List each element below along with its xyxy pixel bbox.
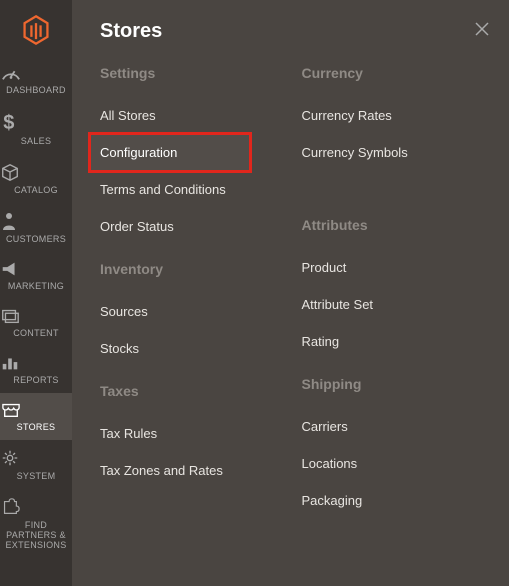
group-heading-shipping: Shipping (302, 376, 494, 392)
menu-terms-and-conditions[interactable]: Terms and Conditions (100, 171, 292, 208)
menu-sources[interactable]: Sources (100, 293, 292, 330)
nav-customers[interactable]: CUSTOMERS (0, 203, 72, 252)
nav-system[interactable]: SYSTEM (0, 440, 72, 489)
nav-label: CONTENT (0, 328, 72, 338)
puzzle-icon (0, 497, 72, 517)
right-column: Currency Currency Rates Currency Symbols… (302, 65, 494, 519)
left-column: Settings All Stores Configuration Terms … (100, 65, 292, 519)
menu-currency-rates[interactable]: Currency Rates (302, 97, 494, 134)
dollar-icon: $ (0, 111, 72, 133)
group-heading-taxes: Taxes (100, 383, 292, 399)
storefront-icon (0, 401, 72, 419)
menu-tax-rules[interactable]: Tax Rules (100, 415, 292, 452)
nav-label: SALES (0, 136, 72, 146)
bar-chart-icon (0, 354, 72, 372)
nav-find-partners[interactable]: FIND PARTNERS & EXTENSIONS (0, 489, 72, 558)
nav-label: SYSTEM (0, 471, 72, 481)
nav-label: REPORTS (0, 375, 72, 385)
menu-tax-zones-and-rates[interactable]: Tax Zones and Rates (100, 452, 292, 489)
menu-carriers[interactable]: Carriers (302, 408, 494, 445)
menu-product[interactable]: Product (302, 249, 494, 286)
nav-stores[interactable]: STORES (0, 393, 72, 440)
layers-icon (0, 307, 72, 325)
gear-icon (0, 448, 72, 468)
nav-marketing[interactable]: MARKETING (0, 252, 72, 299)
menu-locations[interactable]: Locations (302, 445, 494, 482)
menu-attribute-set[interactable]: Attribute Set (302, 286, 494, 323)
menu-configuration[interactable]: Configuration (90, 134, 250, 171)
menu-rating[interactable]: Rating (302, 323, 494, 360)
nav-reports[interactable]: REPORTS (0, 346, 72, 393)
group-heading-inventory: Inventory (100, 261, 292, 277)
nav-sales[interactable]: $ SALES (0, 103, 72, 154)
menu-currency-symbols[interactable]: Currency Symbols (302, 134, 494, 171)
menu-packaging[interactable]: Packaging (302, 482, 494, 519)
nav-label: STORES (0, 422, 72, 432)
nav-label: FIND PARTNERS & EXTENSIONS (0, 520, 72, 550)
megaphone-icon (0, 260, 72, 278)
magento-logo-icon (22, 14, 50, 46)
nav-label: DASHBOARD (0, 85, 72, 95)
panel-title: Stores (100, 20, 493, 43)
group-heading-currency: Currency (302, 65, 494, 81)
nav-content[interactable]: CONTENT (0, 299, 72, 346)
nav-dashboard[interactable]: DASHBOARD (0, 56, 72, 103)
nav-catalog[interactable]: CATALOG (0, 154, 72, 203)
nav-label: MARKETING (0, 281, 72, 291)
group-heading-settings: Settings (100, 65, 292, 81)
stores-flyout-panel: Stores Settings All Stores Configuration… (72, 0, 509, 586)
admin-sidebar: DASHBOARD $ SALES CATALOG CUSTOMERS MARK… (0, 0, 72, 586)
menu-stocks[interactable]: Stocks (100, 330, 292, 367)
gauge-icon (0, 64, 72, 82)
svg-text:$: $ (3, 112, 14, 133)
person-icon (0, 211, 72, 231)
menu-order-status[interactable]: Order Status (100, 208, 292, 245)
group-heading-attributes: Attributes (302, 217, 494, 233)
nav-label: CUSTOMERS (0, 234, 72, 244)
nav-label: CATALOG (0, 185, 72, 195)
close-icon[interactable] (473, 20, 491, 38)
box-icon (0, 162, 72, 182)
menu-all-stores[interactable]: All Stores (100, 97, 292, 134)
